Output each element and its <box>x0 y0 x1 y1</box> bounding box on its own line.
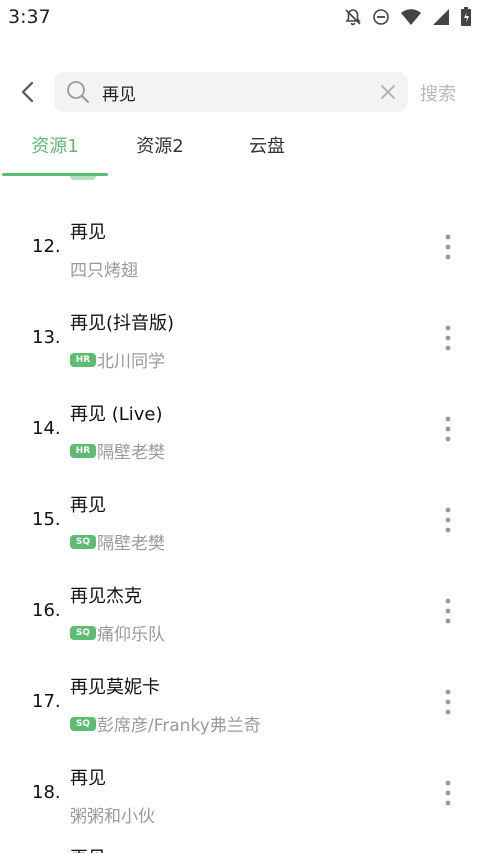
artist-name: 粥粥和小伙 <box>70 807 155 827</box>
search-icon <box>66 80 90 108</box>
more-options-button[interactable] <box>438 323 458 353</box>
tab-cloud-drive[interactable]: 云盘 <box>214 132 320 158</box>
more-options-button[interactable] <box>438 687 458 717</box>
quality-badge: SQ <box>70 716 96 731</box>
clear-icon[interactable] <box>380 84 396 104</box>
search-bar: 搜索 <box>0 70 480 114</box>
song-title: 再见 <box>70 768 106 789</box>
artist-name: 彭席彦/Franky弗兰奇 <box>97 716 261 736</box>
more-vertical-icon <box>445 325 451 351</box>
more-vertical-icon <box>445 780 451 806</box>
row-number: 18. <box>32 782 61 803</box>
artist-name: 四只烤翅 <box>70 261 138 281</box>
row-number: 13. <box>32 327 61 348</box>
song-title: 再见(抖音版) <box>70 313 175 334</box>
row-number: 15. <box>32 509 61 530</box>
search-input[interactable] <box>102 72 372 112</box>
tab-bar: 资源1 资源2 云盘 <box>0 120 480 176</box>
tab-resource-1[interactable]: 资源1 <box>2 132 108 158</box>
quality-badge: SQ <box>70 534 96 549</box>
artist-name: 隔壁老樊 <box>97 443 165 463</box>
row-number: 12. <box>32 236 61 257</box>
song-title: 再见杰克 <box>70 586 142 607</box>
more-vertical-icon <box>445 416 451 442</box>
row-number: 14. <box>32 418 61 439</box>
back-button[interactable] <box>14 78 40 106</box>
song-title: 再见莫妮卡 <box>70 677 160 698</box>
result-row[interactable]: 17. 再见莫妮卡 SQ 彭席彦/Franky弗兰奇 <box>0 655 480 746</box>
results-list[interactable]: 12. 再见 四只烤翅 13. 再见(抖音版) HR 北川同学 14. 再见 (… <box>0 176 480 853</box>
partial-row-top <box>70 176 97 182</box>
quality-badge: SQ <box>70 625 96 640</box>
result-row[interactable]: 14. 再见 (Live) HR 隔壁老樊 <box>0 382 480 473</box>
song-title: 再见 <box>70 222 106 243</box>
search-button[interactable]: 搜索 <box>420 80 456 106</box>
result-row[interactable]: 16. 再见杰克 SQ 痛仰乐队 <box>0 564 480 655</box>
status-bar: 3:37 <box>0 0 480 34</box>
artist-line: SQ 彭席彦/Franky弗兰奇 <box>70 711 261 736</box>
back-arrow-icon <box>21 81 34 103</box>
artist-line: HR 北川同学 <box>70 347 165 372</box>
result-row[interactable]: 18. 再见 粥粥和小伙 <box>0 746 480 837</box>
artist-line: HR 隔壁老樊 <box>70 438 165 463</box>
signal-icon <box>432 8 450 26</box>
artist-line: SQ 隔壁老樊 <box>70 529 165 554</box>
status-time: 3:37 <box>8 6 51 28</box>
search-box[interactable] <box>54 72 408 112</box>
more-vertical-icon <box>445 689 451 715</box>
battery-icon <box>460 7 472 27</box>
row-number: 17. <box>32 691 61 712</box>
row-number: 16. <box>32 600 61 621</box>
tab-resource-2[interactable]: 资源2 <box>107 132 213 158</box>
quality-badge: HR <box>70 443 96 458</box>
partial-row-bottom-title: 再见 <box>70 844 106 853</box>
artist-name: 隔壁老樊 <box>97 534 165 554</box>
artist-name: 北川同学 <box>97 352 165 372</box>
result-row[interactable]: 15. 再见 SQ 隔壁老樊 <box>0 473 480 564</box>
artist-name: 痛仰乐队 <box>97 625 165 645</box>
more-options-button[interactable] <box>438 505 458 535</box>
more-options-button[interactable] <box>438 414 458 444</box>
notifications-off-icon <box>344 8 362 26</box>
do-not-disturb-icon <box>372 8 390 26</box>
quality-badge <box>70 176 96 180</box>
song-title: 再见 <box>70 495 106 516</box>
song-title: 再见 (Live) <box>70 404 163 425</box>
result-row[interactable]: 13. 再见(抖音版) HR 北川同学 <box>0 291 480 382</box>
result-row[interactable]: 12. 再见 四只烤翅 <box>0 200 480 291</box>
more-vertical-icon <box>445 598 451 624</box>
quality-badge: HR <box>70 352 96 367</box>
more-options-button[interactable] <box>438 778 458 808</box>
more-vertical-icon <box>445 507 451 533</box>
artist-line: 粥粥和小伙 <box>70 802 155 827</box>
artist-line: 四只烤翅 <box>70 256 138 281</box>
more-options-button[interactable] <box>438 232 458 262</box>
more-vertical-icon <box>445 234 451 260</box>
status-icons <box>344 7 472 27</box>
more-options-button[interactable] <box>438 596 458 626</box>
wifi-icon <box>400 8 422 26</box>
artist-line: SQ 痛仰乐队 <box>70 620 165 645</box>
